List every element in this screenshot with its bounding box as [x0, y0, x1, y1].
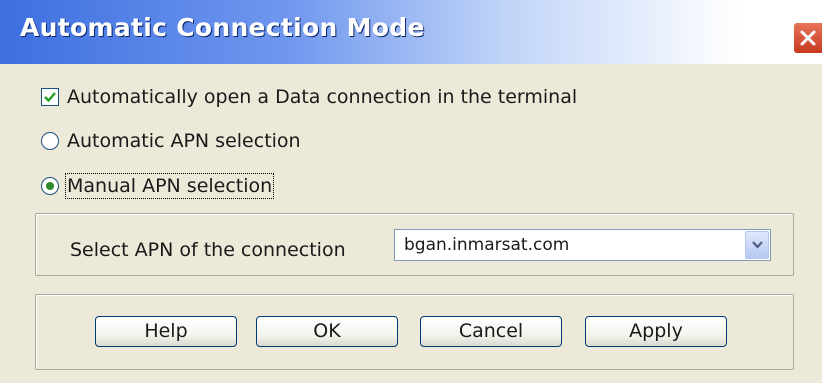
auto-open-checkbox[interactable] [41, 88, 59, 106]
manual-apn-radio[interactable] [41, 177, 59, 195]
apn-group: Select APN of the connection bgan.inmars… [35, 213, 794, 276]
button-group: Help OK Cancel Apply [35, 294, 794, 370]
automatic-connection-mode-dialog: Automatic Connection Mode Automatically … [0, 0, 822, 383]
ok-button[interactable]: OK [256, 316, 398, 347]
close-button[interactable] [793, 22, 822, 54]
apn-select-value: bgan.inmarsat.com [404, 235, 570, 255]
apn-select-label: Select APN of the connection [70, 239, 346, 261]
auto-open-label: Automatically open a Data connection in … [67, 86, 578, 108]
apn-select[interactable]: bgan.inmarsat.com [394, 229, 771, 261]
automatic-apn-label: Automatic APN selection [67, 130, 301, 152]
title-bar: Automatic Connection Mode [0, 0, 822, 64]
apply-button[interactable]: Apply [585, 316, 727, 347]
automatic-apn-radio-row[interactable]: Automatic APN selection [41, 128, 301, 154]
close-icon [800, 30, 816, 46]
auto-open-checkbox-row[interactable]: Automatically open a Data connection in … [41, 84, 577, 110]
chevron-down-icon [752, 241, 763, 249]
automatic-apn-radio[interactable] [41, 132, 59, 150]
help-button[interactable]: Help [95, 316, 237, 347]
apn-dropdown-button[interactable] [745, 231, 769, 259]
checkmark-icon [44, 92, 56, 103]
window-title: Automatic Connection Mode [20, 13, 425, 42]
manual-apn-radio-row[interactable]: Manual APN selection [41, 173, 275, 199]
cancel-button[interactable]: Cancel [420, 316, 562, 347]
manual-apn-label: Manual APN selection [64, 173, 275, 199]
